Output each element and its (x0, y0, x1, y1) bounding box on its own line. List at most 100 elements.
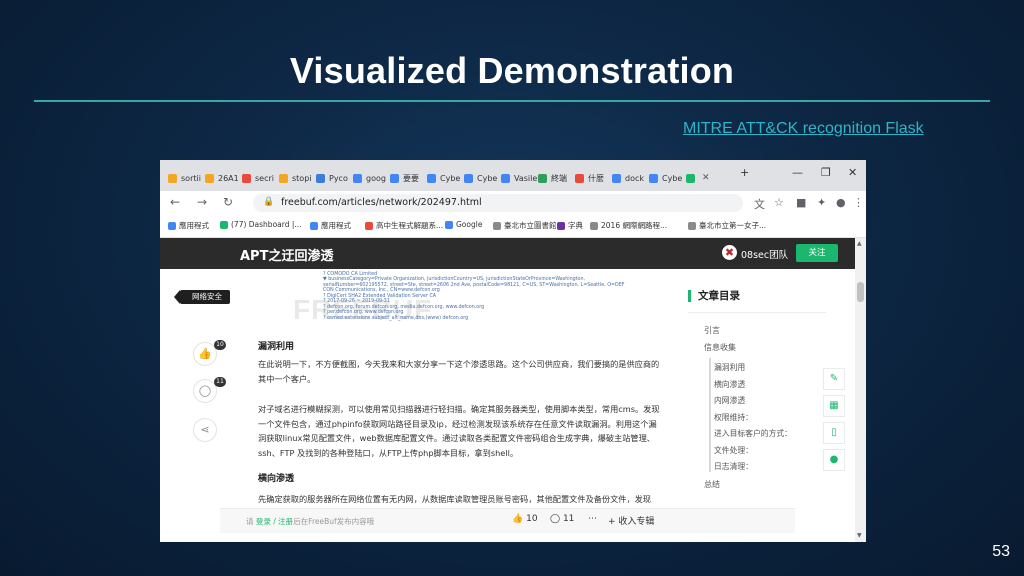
bookmark-item[interactable]: Google (445, 220, 482, 229)
article-title: APT之迂回渗透 (240, 249, 334, 264)
thumbs-up-icon: 👍 (198, 347, 212, 360)
toc-item[interactable]: 引言 (704, 325, 720, 336)
tab-favicon-icon (501, 173, 510, 183)
bookmark-favicon-icon (493, 221, 501, 230)
bookmark-item[interactable]: 字典 (557, 220, 583, 231)
bookmark-favicon-icon (688, 221, 696, 230)
minimize-icon[interactable]: — (792, 166, 803, 179)
collect-label: 收入专辑 (618, 517, 655, 527)
browser-tab[interactable]: dock (612, 168, 644, 188)
tab-label: Cybe (440, 173, 461, 183)
scroll-thumb[interactable] (857, 282, 864, 302)
bookmark-label: Google (456, 220, 483, 229)
bookmark-item[interactable]: 應用程式 (310, 220, 351, 231)
toc-item[interactable]: 日志清理： (714, 461, 753, 472)
login-link[interactable]: 登录 / 注册 (256, 517, 293, 526)
url-text[interactable]: freebuf.com/articles/network/202497.html (281, 197, 482, 208)
qrcode-button[interactable]: ▦ (823, 395, 845, 417)
browser-tab[interactable]: Cybe (427, 168, 460, 188)
share-button[interactable]: ⋖ (193, 418, 217, 442)
bookmark-item[interactable]: 高中生程式解題系... (365, 220, 443, 231)
bookmark-label: 臺北市立圖書館 (504, 221, 557, 230)
follow-button[interactable]: 关注 (796, 244, 838, 262)
browser-tab[interactable]: 26A1 (205, 168, 239, 188)
bookmark-item[interactable]: 2016 網際網路程... (590, 220, 667, 231)
browser-tab[interactable]: goog (353, 168, 386, 188)
restore-icon[interactable]: ❐ (821, 166, 831, 179)
toc-item[interactable]: 横向渗透 (714, 379, 745, 390)
tab-favicon-icon (279, 173, 288, 183)
audio-button[interactable]: ● (823, 449, 845, 471)
login-tip: 请 登录 / 注册后在FreeBuf发布内容哦 (246, 516, 374, 527)
browser-tab[interactable]: secri (242, 168, 274, 188)
scroll-up-icon[interactable]: ▲ (857, 240, 862, 247)
toc-item[interactable]: 进入目标客户的方式： (714, 428, 792, 439)
browser-tab[interactable]: 終端 (538, 168, 567, 188)
cert-line: CON Communications, Inc., CN=www.defcon.… (323, 288, 440, 293)
comment-count: 11 (214, 377, 226, 387)
menu-icon[interactable]: ⋮ (853, 196, 864, 209)
bookmark-item[interactable]: 臺北市立第一女子... (688, 220, 766, 231)
scroll-down-icon[interactable]: ▼ (857, 532, 862, 539)
bookmark-item[interactable]: 應用程式 (168, 220, 209, 231)
bookmark-label: 高中生程式解題系... (376, 221, 444, 230)
category-tag[interactable]: 网络安全 (174, 290, 230, 304)
toc-item[interactable]: 信息收集 (704, 342, 736, 353)
mobile-button[interactable]: ▯ (823, 422, 845, 444)
section-title-lateral: 横向渗透 (258, 474, 295, 484)
star-icon[interactable]: ☆ (774, 196, 784, 209)
browser-tab[interactable]: stopi (279, 168, 312, 188)
bottom-comment[interactable]: ◯ 11 (550, 514, 574, 524)
extension-icon[interactable]: ■ (796, 196, 806, 209)
browser-tab[interactable]: 要要 (390, 168, 419, 188)
browser-tab[interactable]: Cybe (649, 168, 682, 188)
forward-icon[interactable]: → (197, 195, 207, 209)
share-icon: ⋖ (200, 423, 210, 436)
toc-item[interactable]: 内网渗透 (714, 395, 745, 406)
window-close-icon[interactable]: ✕ (848, 166, 857, 179)
tab-label: Cybe (477, 173, 498, 183)
bookmark-item[interactable]: 臺北市立圖書館 (493, 220, 557, 231)
bookmark-label: 字典 (568, 221, 583, 230)
scrollbar[interactable]: ▲ ▼ (855, 238, 866, 542)
reload-icon[interactable]: ↻ (223, 195, 233, 209)
bottom-like[interactable]: 👍 10 (512, 514, 538, 524)
profile-icon[interactable]: ● (836, 196, 846, 209)
toc-item[interactable]: 总结 (704, 479, 720, 490)
cert-line: serialNumber=602195572, street=Ste, stre… (323, 282, 625, 288)
bookmark-item[interactable]: (77) Dashboard |... (220, 220, 302, 229)
omnibox[interactable]: 🔒 freebuf.com/articles/network/202497.ht… (253, 194, 743, 212)
like-count: 10 (214, 340, 226, 350)
tab-favicon-icon (427, 173, 436, 183)
bookmark-label: 2016 網際網路程... (601, 221, 668, 230)
tab-favicon-icon (353, 173, 362, 183)
back-icon[interactable]: ← (170, 195, 180, 209)
tab-label: 終端 (551, 173, 567, 183)
toc-item[interactable]: 漏洞利用 (714, 362, 745, 373)
toc-item[interactable]: 文件处理： (714, 445, 753, 456)
browser-tab[interactable]: ✕ (686, 168, 710, 188)
cert-line: ? COMODO CA Limited (323, 271, 378, 277)
edit-button[interactable]: ✎ (823, 368, 845, 390)
bottom-more[interactable]: ⋯ (588, 514, 597, 524)
browser-tab[interactable]: Cybe (464, 168, 497, 188)
translate-icon[interactable]: 文 (754, 196, 765, 212)
browser-tab[interactable]: sortii (168, 168, 201, 188)
toc-item[interactable]: 权限维持： (714, 412, 753, 423)
paragraph-exploit: 对子域名进行模糊探测，可以使用常见扫描器进行轻扫描。确定其服务器类型，使用脚本类… (258, 404, 660, 458)
new-tab-icon[interactable]: + (740, 166, 749, 179)
tab-label: secri (255, 173, 274, 183)
tab-close-icon[interactable]: ✕ (702, 173, 710, 183)
tab-favicon-icon (390, 173, 399, 183)
flask-link[interactable]: MITRE ATT&CK recognition Flask (683, 120, 924, 138)
puzzle-icon[interactable]: ✦ (817, 196, 826, 209)
tab-label: Cybe (662, 173, 683, 183)
comment-icon: ◯ (550, 514, 561, 524)
browser-tab[interactable]: Pyco (316, 168, 348, 188)
browser-tab[interactable]: 什麼 (575, 168, 604, 188)
browser-tab[interactable]: Vasile (501, 168, 537, 188)
bottom-like-count: 10 (526, 514, 538, 524)
collect-button[interactable]: + 收入专辑 (608, 514, 654, 527)
page-number: 53 (992, 543, 1010, 560)
team-name[interactable]: 08sec团队 (741, 247, 788, 261)
